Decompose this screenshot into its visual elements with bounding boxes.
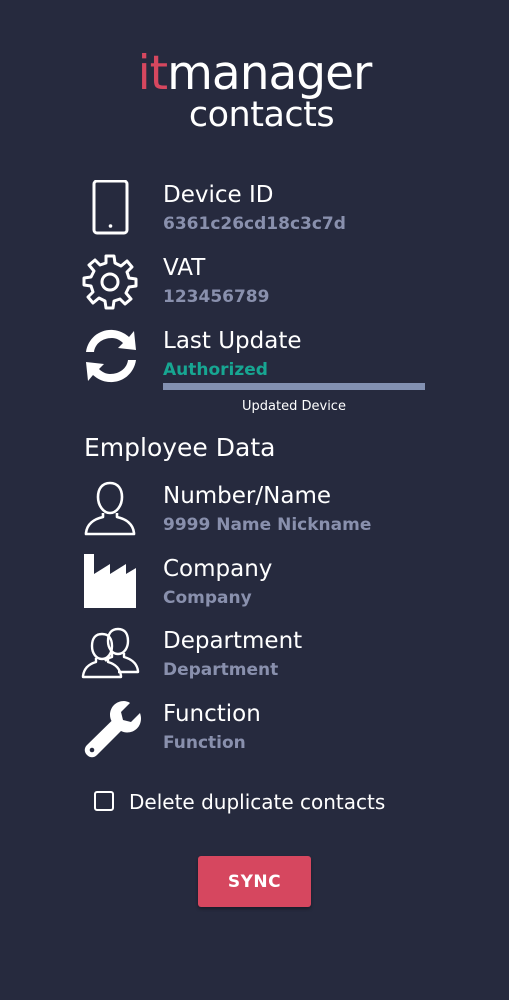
device-id-label: Device ID bbox=[163, 182, 274, 208]
delete-duplicates-label: Delete duplicate contacts bbox=[129, 790, 386, 814]
employee-data-title: Employee Data bbox=[84, 433, 276, 462]
function-value: Function bbox=[163, 733, 246, 753]
department-row: Department Department bbox=[0, 626, 509, 696]
update-progress-fill bbox=[163, 383, 425, 390]
logo-it: it bbox=[137, 46, 168, 101]
delete-duplicates-checkbox[interactable] bbox=[94, 791, 114, 811]
vat-row: VAT 123456789 bbox=[0, 253, 509, 323]
vat-label: VAT bbox=[163, 255, 206, 281]
vat-value: 123456789 bbox=[163, 287, 270, 307]
group-icon bbox=[81, 627, 140, 679]
last-update-status: Authorized bbox=[163, 360, 268, 380]
device-id-row: Device ID 6361c26cd18c3c7d bbox=[0, 180, 509, 250]
company-value: Company bbox=[163, 588, 252, 608]
function-row: Function Function bbox=[0, 699, 509, 769]
person-icon bbox=[84, 481, 136, 536]
gear-icon bbox=[82, 254, 138, 310]
wrench-icon bbox=[84, 701, 141, 758]
logo-subtitle: contacts bbox=[188, 95, 335, 135]
number-name-label: Number/Name bbox=[163, 483, 331, 509]
update-progress-bar bbox=[163, 383, 425, 390]
number-name-value: 9999 Name Nickname bbox=[163, 515, 372, 535]
device-id-value: 6361c26cd18c3c7d bbox=[163, 214, 346, 234]
company-label: Company bbox=[163, 556, 273, 582]
number-name-row: Number/Name 9999 Name Nickname bbox=[0, 481, 509, 551]
update-progress-caption: Updated Device bbox=[242, 399, 346, 414]
app-logo: itmanager contacts bbox=[0, 48, 509, 135]
company-row: Company Company bbox=[0, 554, 509, 624]
department-label: Department bbox=[163, 628, 303, 654]
smartphone-icon bbox=[92, 180, 129, 235]
function-label: Function bbox=[163, 701, 261, 727]
logo-manager: manager bbox=[167, 46, 372, 101]
factory-icon bbox=[84, 554, 136, 608]
last-update-label: Last Update bbox=[163, 328, 302, 354]
sync-button[interactable]: SYNC bbox=[198, 856, 311, 907]
department-value: Department bbox=[163, 660, 279, 680]
logo-title: itmanager bbox=[0, 48, 509, 100]
sync-icon bbox=[86, 329, 136, 383]
